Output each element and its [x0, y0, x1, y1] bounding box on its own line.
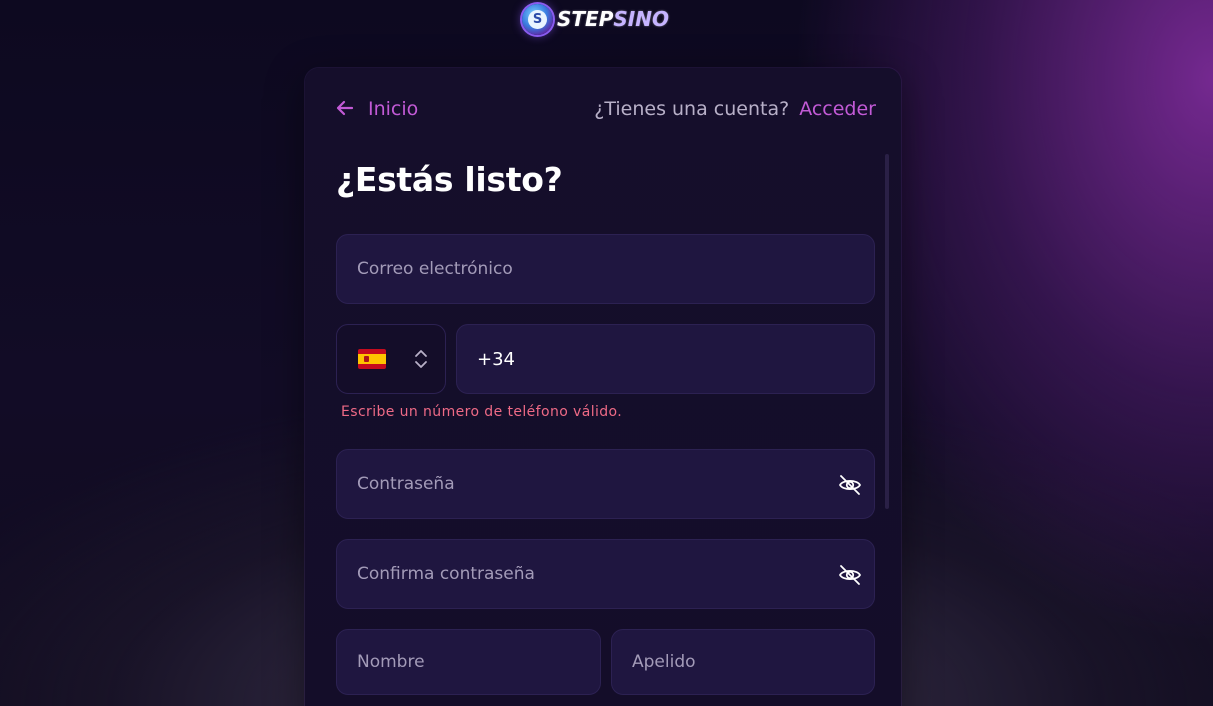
brand-logo[interactable]: S STEPSINO — [522, 3, 669, 35]
confirm-password-input[interactable] — [337, 540, 874, 608]
login-link[interactable]: Acceder — [799, 98, 876, 120]
email-field[interactable] — [336, 234, 875, 304]
first-name-input[interactable] — [337, 630, 600, 694]
account-question: ¿Tienes una cuenta? — [594, 98, 790, 120]
logo-text-part2: SINO — [613, 7, 669, 31]
account-prompt: ¿Tienes una cuenta? Acceder — [594, 98, 876, 120]
password-field[interactable] — [336, 449, 875, 519]
logo-text: STEPSINO — [557, 7, 669, 31]
logo-letter: S — [528, 9, 547, 29]
phone-field[interactable] — [456, 324, 875, 394]
confirm-password-field[interactable] — [336, 539, 875, 609]
password-input[interactable] — [337, 450, 874, 518]
eye-off-icon[interactable] — [838, 473, 862, 497]
last-name-field[interactable] — [611, 629, 875, 695]
last-name-input[interactable] — [612, 630, 874, 694]
phone-error-message: Escribe un número de teléfono válido. — [341, 404, 623, 420]
scrollbar[interactable] — [885, 154, 889, 509]
back-label: Inicio — [368, 98, 419, 120]
back-button[interactable]: Inicio — [336, 98, 418, 120]
card-header: Inicio ¿Tienes una cuenta? Acceder — [336, 94, 876, 124]
form-heading: ¿Estás listo? — [336, 160, 563, 199]
email-input[interactable] — [337, 235, 874, 303]
back-arrow-icon — [336, 99, 354, 119]
eye-off-icon[interactable] — [838, 563, 862, 587]
logo-coin-icon: S — [522, 3, 553, 35]
country-code-select[interactable] — [336, 324, 446, 394]
logo-text-part1: STEP — [557, 7, 614, 31]
phone-input[interactable] — [457, 325, 874, 393]
first-name-field[interactable] — [336, 629, 601, 695]
spain-flag-icon — [358, 349, 386, 369]
chevron-updown-icon — [414, 348, 428, 370]
